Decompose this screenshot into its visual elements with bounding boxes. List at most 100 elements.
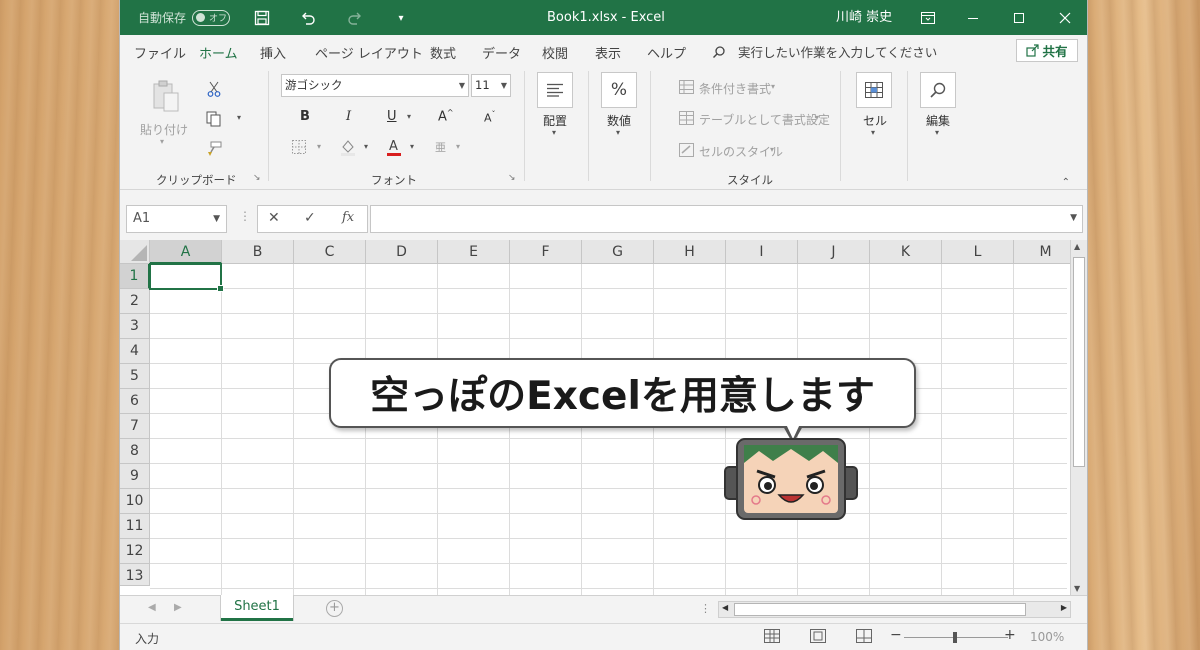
tell-me-search[interactable]: 実行したい作業を入力してください xyxy=(712,42,937,61)
phonetic-dropdown-icon[interactable]: ▾ xyxy=(456,142,460,151)
italic-icon[interactable]: I xyxy=(346,109,351,124)
alignment-icon[interactable] xyxy=(537,72,573,108)
editing-dropdown-icon[interactable]: ▾ xyxy=(935,128,939,137)
font-color-icon[interactable]: A xyxy=(385,137,403,157)
minimize-icon[interactable] xyxy=(950,0,996,35)
row-header-8[interactable]: 8 xyxy=(120,439,150,464)
column-header-i[interactable]: I xyxy=(726,240,798,264)
save-icon[interactable] xyxy=(251,8,273,28)
cancel-icon[interactable]: ✕ xyxy=(268,210,280,226)
page-layout-view-icon[interactable] xyxy=(810,629,826,643)
tab-file[interactable]: ファイル xyxy=(134,43,186,62)
borders-dropdown-icon[interactable]: ▾ xyxy=(317,142,321,151)
row-header-7[interactable]: 7 xyxy=(120,414,150,439)
autosave-toggle[interactable]: オフ xyxy=(192,9,231,26)
column-header-m[interactable]: M xyxy=(1014,240,1078,264)
column-header-c[interactable]: C xyxy=(294,240,366,264)
row-header-1[interactable]: 1 xyxy=(120,264,150,289)
share-button[interactable]: 共有 xyxy=(1016,39,1078,62)
maximize-icon[interactable] xyxy=(996,0,1042,35)
cut-icon[interactable] xyxy=(204,79,224,99)
insert-function-icon[interactable]: fx xyxy=(342,210,354,225)
next-sheet-icon[interactable]: ▶ xyxy=(174,602,182,613)
tab-formulas[interactable]: 数式 xyxy=(430,43,456,62)
alignment-dropdown-icon[interactable]: ▾ xyxy=(552,128,556,137)
horizontal-scroll-thumb[interactable] xyxy=(734,603,1026,616)
ribbon-display-options-icon[interactable] xyxy=(905,0,951,35)
number-label[interactable]: 数値 xyxy=(607,112,631,129)
scroll-up-icon[interactable]: ▲ xyxy=(1074,242,1080,251)
row-header-10[interactable]: 10 xyxy=(120,489,150,514)
tab-help[interactable]: ヘルプ xyxy=(647,43,686,62)
editing-search-icon[interactable] xyxy=(920,72,956,108)
scroll-right-icon[interactable]: ▶ xyxy=(1061,603,1067,612)
zoom-in-icon[interactable]: + xyxy=(1004,627,1016,643)
font-size-combo[interactable]: 11 ▼ xyxy=(471,74,511,97)
enter-icon[interactable]: ✓ xyxy=(304,210,316,226)
underline-dropdown-icon[interactable]: ▾ xyxy=(407,112,411,121)
format-as-table-dropdown-icon[interactable]: ▾ xyxy=(815,113,819,122)
user-name[interactable]: 川崎 崇史 xyxy=(836,0,892,35)
horizontal-scrollbar[interactable]: ◀ ▶ xyxy=(718,601,1071,618)
conditional-format-label[interactable]: 条件付き書式 xyxy=(699,80,771,97)
column-header-h[interactable]: H xyxy=(654,240,726,264)
column-header-f[interactable]: F xyxy=(510,240,582,264)
tab-home[interactable]: ホーム xyxy=(199,43,238,69)
editing-label[interactable]: 編集 xyxy=(926,112,950,129)
paste-icon[interactable] xyxy=(148,77,184,117)
decrease-font-size-icon[interactable]: Aˇ xyxy=(484,110,496,125)
autosave-control[interactable]: 自動保存 オフ xyxy=(138,0,231,35)
cell-styles-icon[interactable] xyxy=(678,142,694,158)
phonetic-guide-icon[interactable]: 亜 xyxy=(435,139,446,155)
tab-review[interactable]: 校閲 xyxy=(542,43,568,62)
row-header-12[interactable]: 12 xyxy=(120,539,150,564)
row-header-13[interactable]: 13 xyxy=(120,564,150,586)
vertical-scroll-thumb[interactable] xyxy=(1073,257,1085,467)
underline-icon[interactable]: U xyxy=(387,109,397,124)
cells-dropdown-icon[interactable]: ▾ xyxy=(871,128,875,137)
font-color-dropdown-icon[interactable]: ▾ xyxy=(410,142,414,151)
row-header-3[interactable]: 3 xyxy=(120,314,150,339)
tab-data[interactable]: データ xyxy=(482,43,521,62)
customize-quick-access-icon[interactable]: ▾ xyxy=(390,8,412,28)
paste-dropdown-icon[interactable]: ▾ xyxy=(160,137,164,146)
tab-split-grip-icon[interactable]: ⋮ xyxy=(700,602,711,615)
format-as-table-label[interactable]: テーブルとして書式設定 xyxy=(699,111,830,128)
copy-dropdown-icon[interactable]: ▾ xyxy=(237,113,241,122)
redo-icon[interactable] xyxy=(344,8,366,28)
bold-icon[interactable]: B xyxy=(300,109,310,124)
column-header-a[interactable]: A xyxy=(150,240,222,264)
normal-view-icon[interactable] xyxy=(764,629,780,643)
conditional-format-dropdown-icon[interactable]: ▾ xyxy=(771,82,775,91)
name-box[interactable]: A1 ▼ xyxy=(126,205,227,233)
cell-grid[interactable] xyxy=(150,264,1067,595)
row-header-5[interactable]: 5 xyxy=(120,364,150,389)
expand-formula-bar-icon[interactable]: ▼ xyxy=(1070,213,1077,223)
zoom-slider-thumb[interactable] xyxy=(953,632,957,643)
page-break-view-icon[interactable] xyxy=(856,629,872,643)
column-header-j[interactable]: J xyxy=(798,240,870,264)
row-header-11[interactable]: 11 xyxy=(120,514,150,539)
row-header-9[interactable]: 9 xyxy=(120,464,150,489)
tab-view[interactable]: 表示 xyxy=(595,43,621,62)
conditional-format-icon[interactable] xyxy=(678,79,694,95)
borders-icon[interactable] xyxy=(291,139,307,155)
column-header-d[interactable]: D xyxy=(366,240,438,264)
clipboard-dialog-launcher-icon[interactable]: ↘ xyxy=(253,173,261,183)
zoom-out-icon[interactable]: − xyxy=(890,627,902,643)
number-dropdown-icon[interactable]: ▾ xyxy=(616,128,620,137)
formula-input[interactable]: ▼ xyxy=(370,205,1083,233)
active-cell-a1[interactable] xyxy=(149,263,224,292)
sheet-tab-sheet1[interactable]: Sheet1 xyxy=(221,595,293,621)
font-dialog-launcher-icon[interactable]: ↘ xyxy=(508,173,516,183)
copy-icon[interactable] xyxy=(204,109,224,129)
scroll-down-icon[interactable]: ▼ xyxy=(1074,584,1080,593)
undo-icon[interactable] xyxy=(297,8,319,28)
row-header-2[interactable]: 2 xyxy=(120,289,150,314)
fill-color-icon[interactable] xyxy=(339,138,357,156)
tab-page-layout[interactable]: ページ レイアウト xyxy=(315,43,423,62)
close-icon[interactable] xyxy=(1042,0,1087,35)
format-painter-icon[interactable] xyxy=(204,139,224,159)
tab-insert[interactable]: 挿入 xyxy=(260,43,286,62)
row-header-6[interactable]: 6 xyxy=(120,389,150,414)
